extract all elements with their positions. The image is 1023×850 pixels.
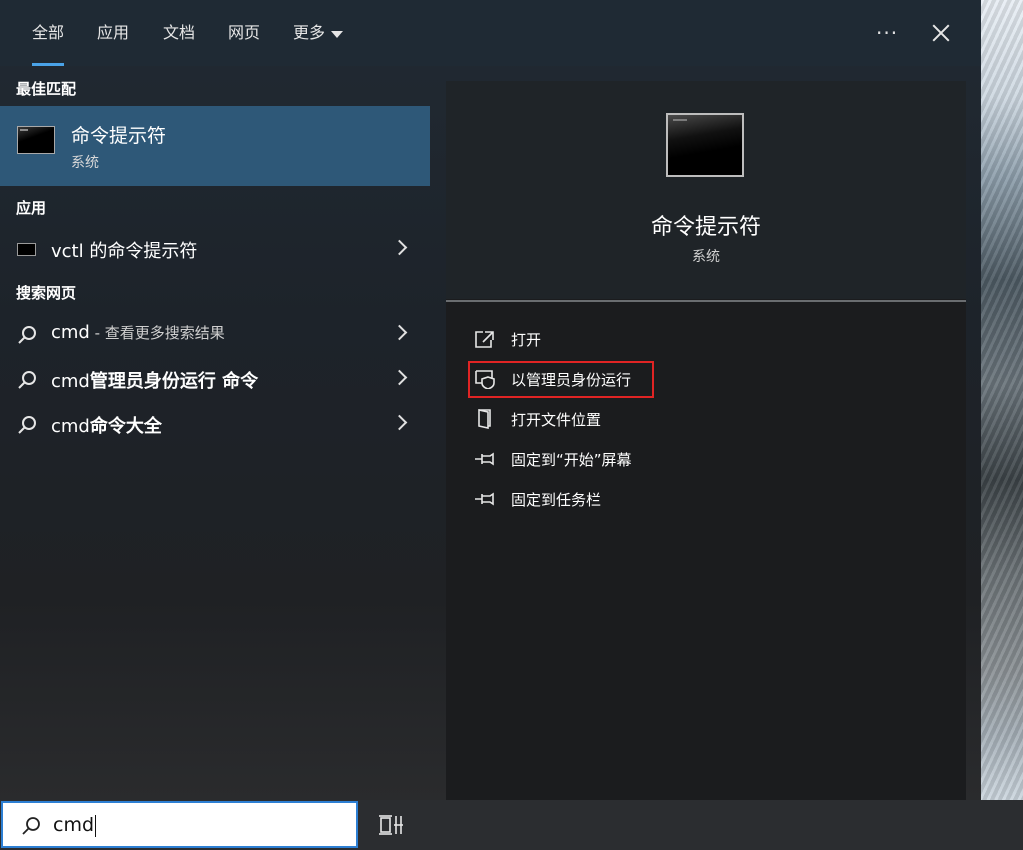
chevron-right-icon[interactable]	[391, 369, 408, 386]
detail-pane: 命令提示符 系统 打开 以管理员身份运行 打开文件位置 固定到“开始”屏幕 固定…	[446, 81, 966, 800]
best-match-name: 命令提示符	[71, 125, 167, 147]
folder-icon	[478, 409, 491, 429]
chevron-right-icon[interactable]	[391, 239, 408, 256]
tab-all[interactable]: 全部	[32, 18, 65, 66]
action-open[interactable]: 打开	[474, 325, 794, 353]
search-icon	[18, 326, 36, 344]
action-open-file-location[interactable]: 打开文件位置	[474, 405, 794, 433]
app-item-label: vctl 的命令提示符	[51, 241, 198, 262]
web-result-1[interactable]: cmd - 查看更多搜索结果	[0, 314, 430, 354]
action-pin-to-start[interactable]: 固定到“开始”屏幕	[474, 445, 794, 473]
action-label: 固定到“开始”屏幕	[511, 451, 632, 469]
results-list: 最佳匹配 命令提示符 系统 应用 vctl 的命令提示符 搜索网页 cmd - …	[0, 66, 430, 800]
web-result-3[interactable]: cmd命令大全	[0, 404, 430, 444]
action-pin-to-taskbar[interactable]: 固定到任务栏	[474, 485, 794, 513]
task-view-icon[interactable]	[378, 813, 404, 837]
action-label: 打开	[511, 331, 542, 349]
ellipsis-icon[interactable]: ···	[876, 18, 898, 48]
command-prompt-icon	[17, 126, 55, 154]
web-result-label: cmd - 查看更多搜索结果	[51, 322, 225, 343]
action-label: 打开文件位置	[511, 411, 602, 429]
apps-heading: 应用	[16, 199, 47, 217]
web-result-2[interactable]: cmd管理员身份运行 命令	[0, 359, 430, 399]
tab-more[interactable]: 更多	[293, 18, 344, 48]
web-heading: 搜索网页	[16, 284, 77, 302]
web-result-label: cmd管理员身份运行 命令	[51, 371, 259, 392]
action-label: 固定到任务栏	[511, 491, 602, 509]
detail-header: 命令提示符 系统	[446, 81, 966, 299]
best-match-heading: 最佳匹配	[16, 80, 77, 98]
pin-icon	[475, 452, 494, 466]
highlight-box	[468, 361, 654, 398]
chevron-right-icon[interactable]	[391, 414, 408, 431]
tab-more-label: 更多	[293, 23, 326, 42]
open-icon	[475, 331, 494, 348]
app-item-vctl[interactable]: vctl 的命令提示符	[0, 229, 430, 269]
best-match-item[interactable]: 命令提示符 系统	[0, 106, 430, 186]
search-input-value: cmd	[53, 814, 97, 837]
detail-app-name: 命令提示符	[650, 215, 761, 240]
divider	[446, 300, 966, 302]
detail-app-type: 系统	[692, 249, 720, 265]
tab-bar: 全部 应用 文档 网页 更多 ···	[0, 0, 981, 66]
tab-apps[interactable]: 应用	[97, 18, 129, 48]
tab-documents[interactable]: 文档	[163, 18, 195, 48]
caret-down-icon	[331, 30, 344, 38]
search-input[interactable]: cmd	[1, 801, 358, 848]
search-icon	[18, 416, 36, 434]
best-match-type: 系统	[71, 155, 99, 171]
search-icon	[18, 371, 36, 389]
search-icon	[22, 817, 40, 835]
search-flyout: 全部 应用 文档 网页 更多 ··· 最佳匹配 命令提示符 系统 应用 vctl…	[0, 0, 981, 800]
desktop-wallpaper	[981, 0, 1023, 800]
tab-web[interactable]: 网页	[228, 18, 260, 48]
command-prompt-icon	[17, 243, 36, 256]
command-prompt-icon	[666, 113, 744, 177]
pin-icon	[475, 492, 494, 506]
close-icon[interactable]	[927, 18, 955, 48]
chevron-right-icon[interactable]	[391, 324, 408, 341]
web-result-label: cmd命令大全	[51, 416, 162, 437]
